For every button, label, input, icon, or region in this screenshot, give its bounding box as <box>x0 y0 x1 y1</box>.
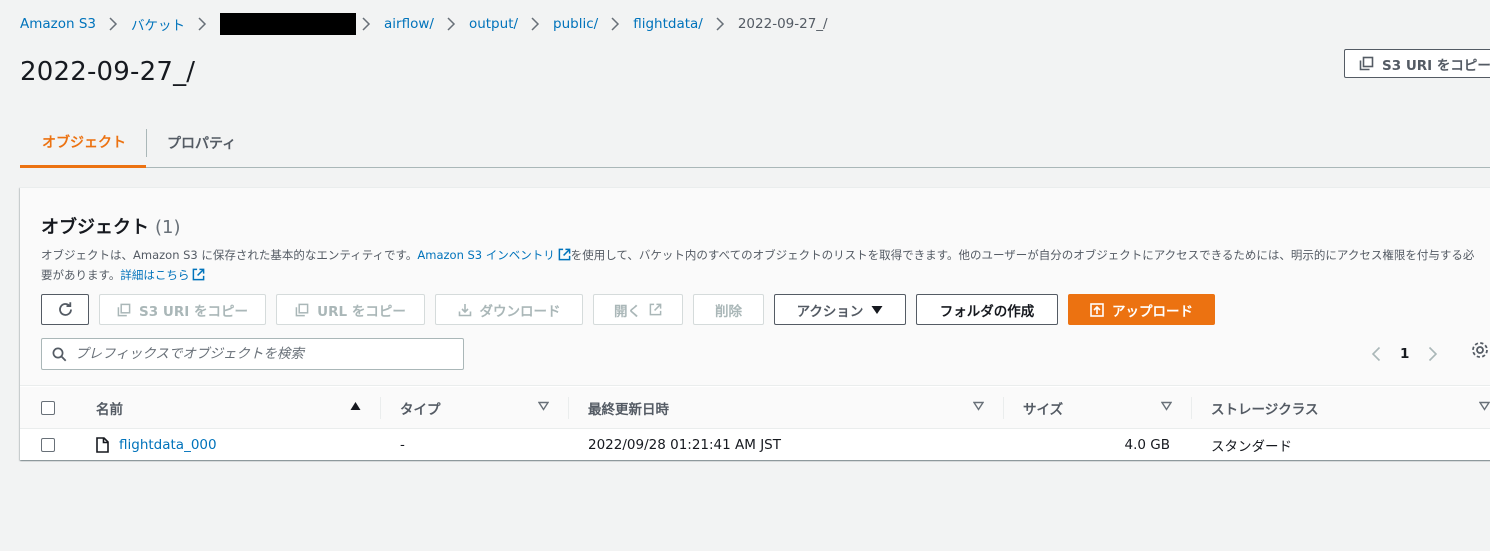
copy-s3-uri-header-button[interactable]: S3 URI をコピー <box>1344 49 1490 78</box>
chevron-right-icon <box>447 17 456 31</box>
column-name[interactable]: 名前 <box>96 387 123 429</box>
gear-icon[interactable] <box>1470 340 1490 360</box>
table-header: 名前 タイプ 最終更新日時 サイズ ストレージクラス <box>20 387 1490 429</box>
open-button-label: 開く <box>614 303 641 320</box>
select-all-cell <box>41 387 55 429</box>
breadcrumb-amazon-s3[interactable]: Amazon S3 <box>20 16 96 32</box>
actions-dropdown-label: アクション <box>796 303 864 320</box>
sort-ascending-icon[interactable] <box>350 401 361 411</box>
breadcrumb-airflow[interactable]: airflow/ <box>384 16 434 32</box>
objects-heading-label: オブジェクト <box>41 217 149 238</box>
column-divider <box>380 397 381 419</box>
type-cell: - <box>400 436 405 453</box>
breadcrumb: Amazon S3 バケット airflow/ output/ public/ … <box>20 13 828 35</box>
external-link-icon <box>649 303 662 316</box>
name-cell: flightdata_000 <box>96 429 217 460</box>
page-number[interactable]: 1 <box>1400 346 1409 362</box>
external-link-icon <box>193 268 205 281</box>
breadcrumb-public[interactable]: public/ <box>553 16 598 32</box>
upload-button-label: アップロード <box>1112 303 1193 320</box>
breadcrumb-output[interactable]: output/ <box>469 16 518 32</box>
search-icon <box>52 347 67 361</box>
sort-icon[interactable] <box>1161 401 1172 411</box>
breadcrumb-buckets[interactable]: バケット <box>131 14 185 34</box>
search-input[interactable] <box>75 346 455 362</box>
copy-url-button[interactable]: URL をコピー <box>276 294 425 325</box>
sort-icon[interactable] <box>538 401 549 411</box>
create-folder-button[interactable]: フォルダの作成 <box>916 294 1058 325</box>
description-text-1: オブジェクトは、Amazon S3 に保存された基本的なエンティティです。 <box>41 248 418 262</box>
copy-url-button-label: URL をコピー <box>317 303 406 320</box>
learn-more-label: 詳細はこちら <box>120 268 190 282</box>
tab-bar: オブジェクト プロパティ <box>20 118 1490 168</box>
inventory-link[interactable]: Amazon S3 インベントリ <box>417 248 571 262</box>
refresh-button[interactable] <box>41 294 89 325</box>
tab-properties[interactable]: プロパティ <box>147 118 256 168</box>
sort-icon[interactable] <box>1479 401 1490 411</box>
column-divider <box>1003 397 1004 419</box>
table-row: flightdata_000 - 2022/09/28 01:21:41 AM … <box>20 429 1490 460</box>
select-all-checkbox[interactable] <box>41 401 55 415</box>
copy-s3-uri-button-label: S3 URI をコピー <box>139 303 248 320</box>
page-title: 2022-09-27_/ <box>20 57 196 87</box>
create-folder-button-label: フォルダの作成 <box>939 303 1035 320</box>
column-last-modified[interactable]: 最終更新日時 <box>588 387 669 429</box>
next-page-icon[interactable] <box>1421 346 1445 362</box>
download-button-label: ダウンロード <box>479 303 561 320</box>
copy-s3-uri-label: S3 URI をコピー <box>1382 57 1490 74</box>
upload-button[interactable]: アップロード <box>1068 294 1215 325</box>
chevron-right-icon <box>611 17 620 31</box>
upload-icon <box>1090 302 1104 317</box>
breadcrumb-flightdata[interactable]: flightdata/ <box>633 16 703 32</box>
copy-icon <box>117 303 131 317</box>
delete-button[interactable]: 削除 <box>693 294 764 325</box>
objects-count: (1) <box>155 217 181 238</box>
delete-button-label: 削除 <box>715 303 742 320</box>
column-size[interactable]: サイズ <box>1023 387 1063 429</box>
sort-icon[interactable] <box>973 401 984 411</box>
storage-class-cell: スタンダード <box>1211 438 1292 455</box>
chevron-right-icon <box>362 17 371 31</box>
inventory-link-label: Amazon S3 インベントリ <box>417 248 555 262</box>
file-icon <box>96 436 109 453</box>
refresh-icon <box>58 302 72 316</box>
objects-heading: オブジェクト (1) <box>41 213 181 239</box>
previous-page-icon[interactable] <box>1364 346 1388 362</box>
copy-icon <box>1359 56 1374 71</box>
open-button[interactable]: 開く <box>593 294 683 325</box>
objects-panel-header: オブジェクト (1) オブジェクトは、Amazon S3 に保存された基本的なエン… <box>20 188 1490 386</box>
last-modified-cell: 2022/09/28 01:21:41 AM JST <box>588 436 781 453</box>
column-type[interactable]: タイプ <box>400 387 441 429</box>
chevron-right-icon <box>198 17 207 31</box>
column-divider <box>1191 397 1192 419</box>
chevron-right-icon <box>716 17 725 31</box>
pagination: 1 <box>1364 340 1445 368</box>
search-box[interactable] <box>41 338 464 370</box>
row-select-cell <box>41 429 55 460</box>
column-divider <box>568 397 569 419</box>
row-checkbox[interactable] <box>41 437 55 452</box>
actions-dropdown[interactable]: アクション <box>774 294 906 325</box>
objects-description: オブジェクトは、Amazon S3 に保存された基本的なエンティティです。Ama… <box>41 245 1481 285</box>
breadcrumb-current: 2022-09-27_/ <box>737 16 828 32</box>
size-cell: 4.0 GB <box>1124 436 1170 453</box>
copy-icon <box>295 303 309 317</box>
chevron-right-icon <box>531 17 540 31</box>
copy-s3-uri-button[interactable]: S3 URI をコピー <box>99 294 266 325</box>
download-button[interactable]: ダウンロード <box>435 294 583 325</box>
caret-down-icon <box>871 305 883 315</box>
tab-objects[interactable]: オブジェクト <box>20 118 146 168</box>
download-icon <box>458 303 472 317</box>
object-name-link[interactable]: flightdata_000 <box>119 437 217 453</box>
learn-more-link[interactable]: 詳細はこちら <box>120 268 205 282</box>
column-storage-class[interactable]: ストレージクラス <box>1211 387 1318 429</box>
objects-panel: オブジェクト (1) オブジェクトは、Amazon S3 に保存された基本的なエン… <box>20 187 1490 460</box>
redacted-bucket-name[interactable] <box>220 13 357 35</box>
chevron-right-icon <box>109 17 118 31</box>
external-link-icon <box>558 248 571 261</box>
